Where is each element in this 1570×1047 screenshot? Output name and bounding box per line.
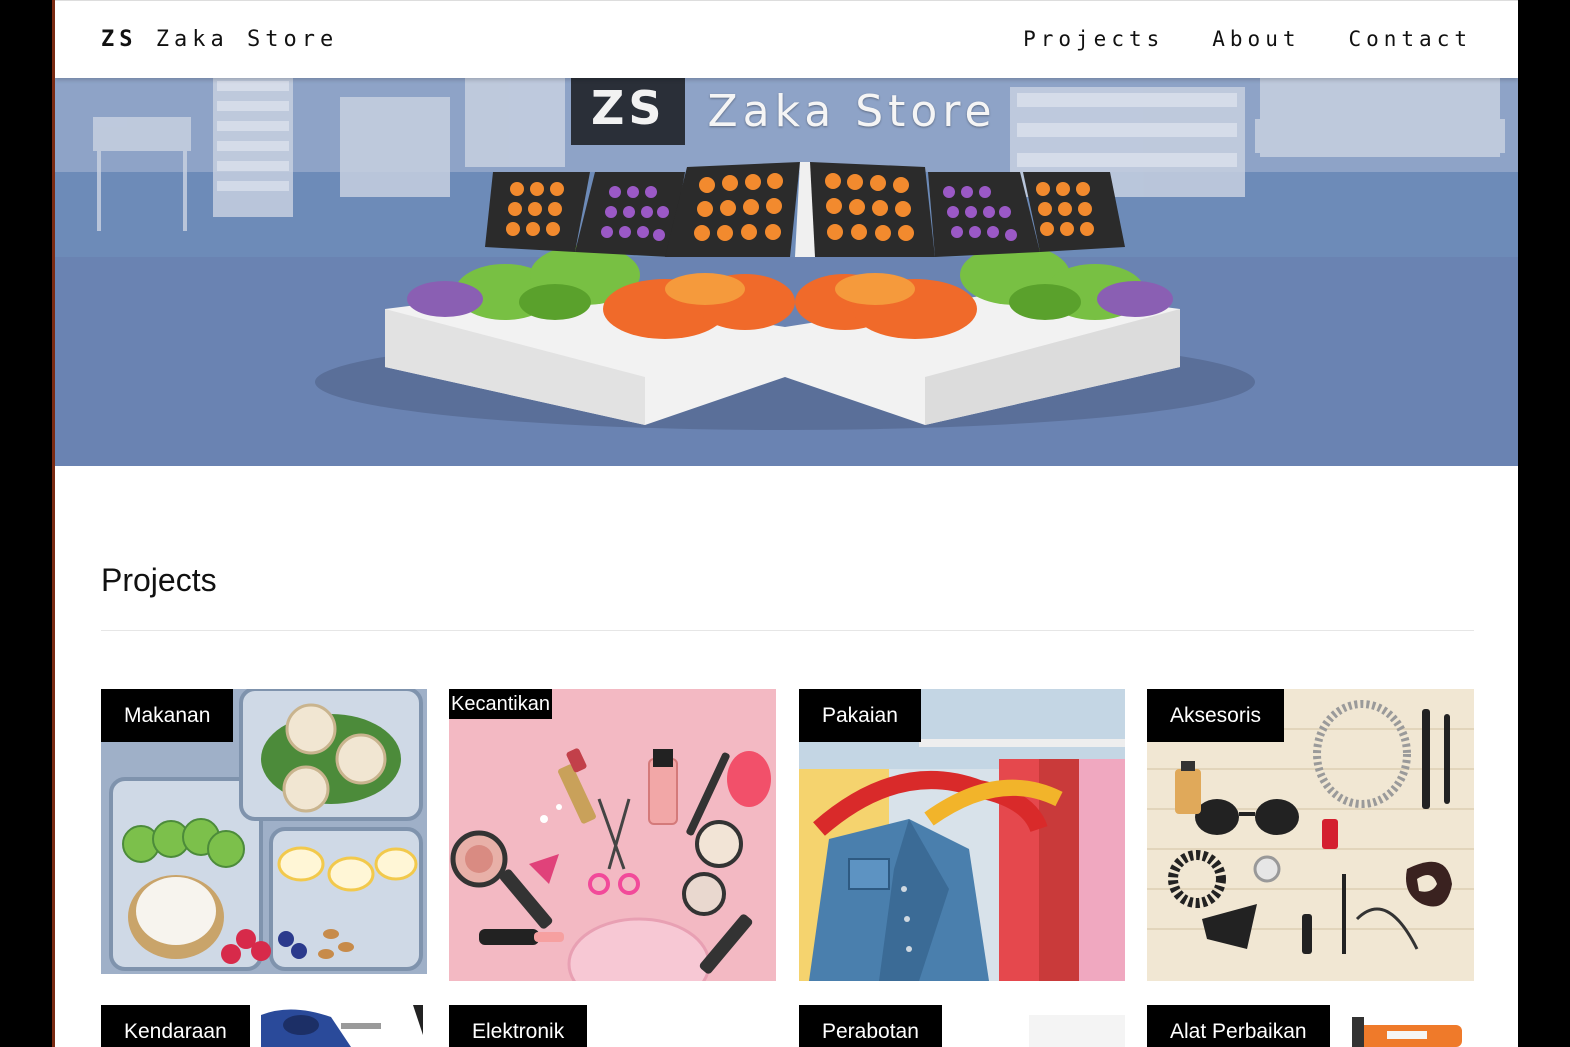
nav-links: Projects About Contact [1023, 27, 1472, 51]
projects-heading: Projects [101, 562, 217, 598]
card-label: Alat Perbaikan [1147, 1005, 1330, 1047]
card-label: Aksesoris [1147, 689, 1285, 742]
nav-link-about[interactable]: About [1212, 27, 1300, 51]
left-frame-edge [0, 0, 55, 1047]
project-card-perabotan[interactable]: Perabotan [799, 1005, 1125, 1047]
project-card-kendaraan[interactable]: Kendaraan [101, 1005, 427, 1047]
project-card-pakaian[interactable]: Pakaian [799, 689, 1125, 981]
brand-name: Zaka Store [155, 27, 339, 52]
hero-badge: ZS [571, 77, 686, 145]
project-card-elektronik[interactable]: Elektronik [449, 1005, 776, 1047]
project-card-kecantikan[interactable]: Kecantikan [449, 689, 776, 981]
section-divider [101, 630, 1474, 631]
project-card-makanan[interactable]: Makanan [101, 689, 427, 974]
hero-banner: ZS Zaka Store [55, 77, 1518, 466]
nav-link-contact[interactable]: Contact [1348, 27, 1472, 51]
card-label: Pakaian [799, 689, 921, 742]
brand-initials: ZS [101, 27, 138, 52]
card-label: Makanan [101, 689, 234, 742]
nav-link-projects[interactable]: Projects [1023, 27, 1164, 51]
project-card-alat-perbaikan[interactable]: Alat Perbaikan [1147, 1005, 1474, 1047]
page: ZS Zaka Store Projects About Contact ZS … [55, 0, 1518, 1047]
card-label: Perabotan [799, 1005, 942, 1047]
brand-logo-link[interactable]: ZS Zaka Store [101, 27, 338, 52]
hero-store-name: Zaka Store [707, 85, 997, 137]
card-label: Elektronik [449, 1005, 588, 1047]
card-label: Kecantikan [449, 689, 552, 719]
card-label: Kendaraan [101, 1005, 250, 1047]
cosmetics-icon [449, 689, 776, 981]
right-frame-edge [1518, 0, 1570, 1047]
top-navbar: ZS Zaka Store Projects About Contact [55, 0, 1518, 78]
hero-title: ZS Zaka Store [571, 77, 997, 145]
project-card-aksesoris[interactable]: Aksesoris [1147, 689, 1474, 981]
